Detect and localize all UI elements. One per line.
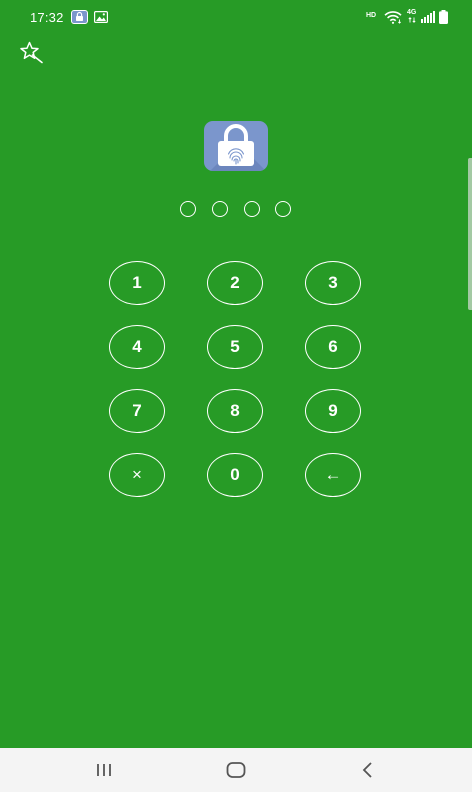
keypad-key-2[interactable]: 2 — [207, 261, 263, 305]
magic-wand-icon[interactable] — [16, 40, 44, 64]
keypad-key-6[interactable]: 6 — [305, 325, 361, 369]
keypad-key-0[interactable]: 0 — [207, 453, 263, 497]
keypad-key-7[interactable]: 7 — [109, 389, 165, 433]
keypad-clear-button[interactable]: × — [109, 453, 165, 497]
pin-dot — [180, 201, 196, 217]
hd-label: HD — [366, 12, 377, 19]
pin-indicator — [0, 201, 472, 219]
pin-dot — [212, 201, 228, 217]
keypad-key-5[interactable]: 5 — [207, 325, 263, 369]
navigation-bar — [0, 748, 472, 792]
status-time: 17:32 — [30, 10, 64, 25]
back-icon[interactable] — [353, 758, 383, 782]
recent-apps-icon[interactable] — [89, 758, 119, 782]
home-icon[interactable] — [221, 758, 251, 782]
pin-dot — [244, 201, 260, 217]
edge-panel-handle[interactable] — [468, 158, 472, 310]
app-lock-notification-icon — [71, 10, 88, 24]
keypad-backspace-button[interactable]: ← — [305, 453, 361, 497]
network-type-label: 4G — [407, 9, 417, 16]
gallery-notification-icon — [94, 11, 108, 23]
pin-dot — [275, 201, 291, 217]
battery-icon — [439, 10, 448, 24]
keypad-key-8[interactable]: 8 — [207, 389, 263, 433]
keypad-key-1[interactable]: 1 — [109, 261, 165, 305]
padlock-fingerprint-icon — [204, 121, 268, 171]
keypad-key-9[interactable]: 9 — [305, 389, 361, 433]
data-activity-icon — [408, 17, 416, 23]
keypad-key-4[interactable]: 4 — [109, 325, 165, 369]
keypad-key-3[interactable]: 3 — [305, 261, 361, 305]
signal-icon — [421, 11, 435, 23]
wifi-icon — [384, 11, 402, 24]
status-bar: 17:32 HD 4G — [0, 0, 472, 36]
